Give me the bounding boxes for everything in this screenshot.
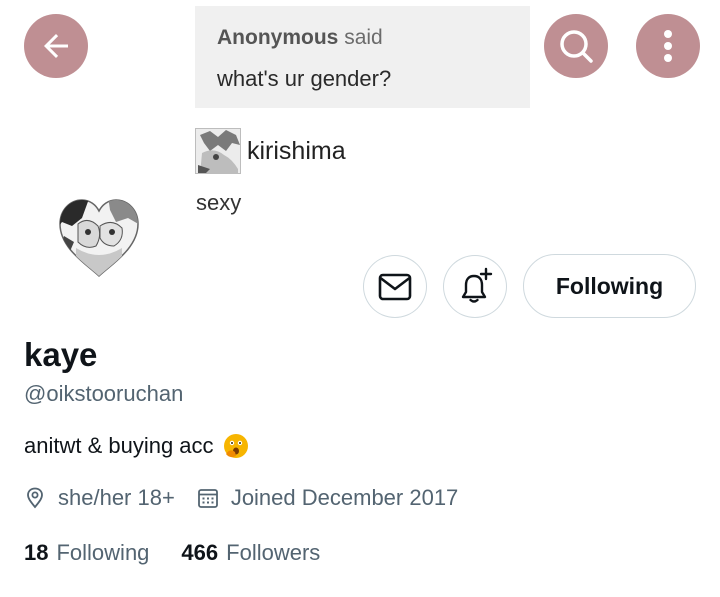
display-name: kaye (24, 336, 98, 373)
ask-header: Anonymous said (217, 26, 383, 50)
joined-item: Joined December 2017 (197, 485, 458, 511)
search-button[interactable] (544, 14, 608, 78)
location-text: she/her 18+ (58, 485, 175, 510)
envelope-icon (378, 273, 412, 300)
profile-meta: she/her 18+ Joined December 2017 (24, 485, 458, 511)
notifications-button[interactable] (443, 255, 507, 318)
more-vertical-icon (664, 30, 672, 62)
avatar[interactable] (56, 196, 142, 280)
handle: @oikstooruchan (24, 381, 184, 406)
following-button[interactable]: Following (523, 254, 696, 318)
message-button[interactable] (363, 255, 427, 318)
face-with-open-eyes-and-hand-over-mouth-icon (223, 434, 248, 458)
more-button[interactable] (636, 14, 700, 78)
calendar-icon (197, 489, 218, 508)
following-label: Following (56, 540, 150, 565)
following-stat[interactable]: 18 Following (24, 540, 149, 566)
bio: anitwt & buying acc (24, 432, 250, 460)
joined-text: Joined December 2017 (230, 485, 459, 510)
answerer-name: kirishima (247, 136, 346, 165)
ask-verb: said (344, 26, 383, 49)
bio-text: anitwt & buying acc (24, 433, 214, 458)
followers-label: Followers (226, 540, 321, 565)
answerer-avatar (195, 128, 241, 174)
ask-author: Anonymous (217, 26, 339, 49)
search-icon (560, 30, 593, 63)
following-count: 18 (24, 540, 49, 565)
bell-plus-icon (461, 267, 493, 303)
location-item: she/her 18+ (24, 485, 175, 511)
arrow-left-icon (44, 34, 68, 58)
profile-stats: 18 Following 466 Followers (24, 540, 352, 566)
ask-question: what's ur gender? (217, 66, 392, 91)
followers-stat[interactable]: 466 Followers (181, 540, 320, 566)
answer-text: sexy (196, 190, 242, 215)
back-button[interactable] (24, 14, 88, 78)
location-pin-icon (27, 487, 43, 509)
answerer: kirishima (195, 128, 346, 174)
ask-card: Anonymous said what's ur gender? (195, 6, 530, 108)
followers-count: 466 (181, 540, 219, 565)
